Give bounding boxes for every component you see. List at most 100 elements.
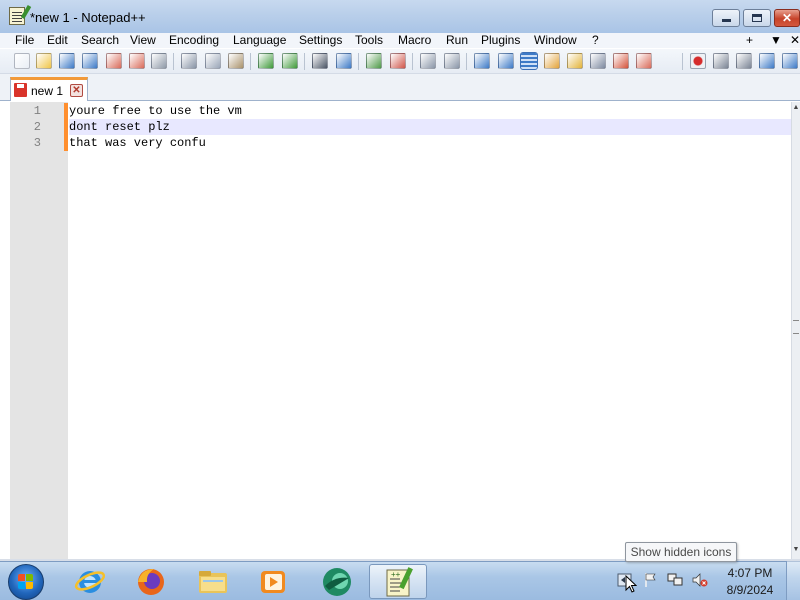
close-icon: ✕ xyxy=(781,11,793,25)
stop-record-icon[interactable] xyxy=(713,53,729,69)
paste-icon[interactable] xyxy=(228,53,244,69)
close-icon[interactable] xyxy=(106,53,122,69)
toolbar-separator xyxy=(358,53,359,70)
minimize-icon xyxy=(721,19,731,22)
notepad-plus-plus-taskbar-button[interactable]: ++ xyxy=(369,564,427,599)
new-file-icon[interactable] xyxy=(14,53,30,69)
indent-guide-icon[interactable] xyxy=(520,52,538,70)
new-tab-plus-icon[interactable]: + xyxy=(746,33,753,48)
play-macro-icon[interactable] xyxy=(736,53,752,69)
zoom-out-icon[interactable] xyxy=(390,53,406,69)
cut-icon[interactable] xyxy=(181,53,197,69)
toolbar-separator xyxy=(173,53,174,70)
window-title: *new 1 - Notepad++ xyxy=(30,10,146,25)
run-macro-multiple-icon[interactable] xyxy=(759,53,775,69)
windows-logo-icon xyxy=(18,574,34,590)
toolbar-separator xyxy=(304,53,305,70)
menu-search[interactable]: Search xyxy=(81,33,119,48)
menu-plugins[interactable]: Plugins xyxy=(481,33,520,48)
scroll-thumb-grip[interactable] xyxy=(793,320,799,334)
menu-file[interactable]: File xyxy=(15,33,34,48)
show-hidden-icons-tooltip: Show hidden icons xyxy=(625,542,737,562)
unsaved-file-icon xyxy=(14,83,27,97)
scroll-down-arrow-icon[interactable]: ▼ xyxy=(792,546,800,553)
action-center-flag-icon[interactable] xyxy=(643,572,659,588)
toolbar-separator xyxy=(250,53,251,70)
scroll-up-arrow-icon[interactable]: ▲ xyxy=(792,104,800,111)
media-player-icon[interactable] xyxy=(244,564,302,599)
title-bar[interactable]: *new 1 - Notepad++ ✕ xyxy=(0,0,800,33)
doc-map-icon[interactable] xyxy=(567,53,583,69)
find-icon[interactable] xyxy=(312,53,328,69)
save-all-icon[interactable] xyxy=(82,53,98,69)
mouse-cursor-icon xyxy=(625,575,637,593)
close-button[interactable]: ✕ xyxy=(774,9,800,27)
record-macro-icon[interactable] xyxy=(690,53,706,69)
menu-run[interactable]: Run xyxy=(446,33,468,48)
volume-muted-icon[interactable] xyxy=(692,572,708,588)
monitoring-icon[interactable] xyxy=(636,53,652,69)
line-number-gutter: 1 2 3 xyxy=(10,102,68,559)
menu-encoding[interactable]: Encoding xyxy=(169,33,219,48)
svg-text:++: ++ xyxy=(391,570,401,579)
file-explorer-icon[interactable] xyxy=(183,564,241,599)
notepad-plus-plus-icon[interactable] xyxy=(9,7,25,25)
show-all-chars-icon[interactable] xyxy=(498,53,514,69)
sync-horizontal-icon[interactable] xyxy=(444,53,460,69)
print-icon[interactable] xyxy=(151,53,167,69)
browser-green-icon[interactable] xyxy=(307,564,365,599)
start-button[interactable] xyxy=(8,564,44,600)
menu-help[interactable]: ? xyxy=(592,33,599,48)
menu-macro[interactable]: Macro xyxy=(398,33,431,48)
change-history-marker xyxy=(64,103,68,151)
firefox-icon[interactable] xyxy=(121,564,179,599)
language-udl-icon[interactable] xyxy=(544,53,560,69)
notepad-plus-plus-icon: ++ xyxy=(386,567,413,597)
code-line[interactable]: youre free to use the vm xyxy=(69,103,791,119)
menu-tools[interactable]: Tools xyxy=(355,33,383,48)
folder-as-workspace-icon[interactable] xyxy=(613,53,629,69)
zoom-in-icon[interactable] xyxy=(366,53,382,69)
tab-close-icon[interactable]: ✕ xyxy=(70,84,83,97)
menu-window[interactable]: Window xyxy=(534,33,577,48)
undo-icon[interactable] xyxy=(258,53,274,69)
clock-date[interactable]: 8/9/2024 xyxy=(715,583,785,597)
redo-icon[interactable] xyxy=(282,53,298,69)
close-document-icon[interactable]: ✕ xyxy=(790,33,800,48)
maximize-icon xyxy=(752,14,762,22)
sync-vertical-icon[interactable] xyxy=(420,53,436,69)
toolbar-separator xyxy=(466,53,467,70)
menu-view[interactable]: View xyxy=(130,33,156,48)
clock-time[interactable]: 4:07 PM xyxy=(715,566,785,580)
function-list-icon[interactable] xyxy=(590,53,606,69)
save-macro-icon[interactable] xyxy=(782,53,798,69)
maximize-button[interactable] xyxy=(743,9,771,27)
save-icon[interactable] xyxy=(59,53,75,69)
close-all-icon[interactable] xyxy=(129,53,145,69)
notepadpp-window: *new 1 - Notepad++ ✕ File Edit Search Vi… xyxy=(0,0,800,600)
tab-label: new 1 xyxy=(31,84,64,98)
copy-icon[interactable] xyxy=(205,53,221,69)
menu-bar: File Edit Search View Encoding Language … xyxy=(0,33,800,48)
internet-explorer-icon[interactable] xyxy=(60,564,118,599)
line-number: 1 xyxy=(33,104,41,118)
line-number: 3 xyxy=(33,136,41,150)
vertical-scrollbar[interactable]: ▲ ▼ xyxy=(791,102,800,559)
word-wrap-icon[interactable] xyxy=(474,53,490,69)
code-line-current[interactable]: dont reset plz xyxy=(69,119,791,135)
menu-edit[interactable]: Edit xyxy=(47,33,68,48)
tab-list-dropdown-icon[interactable]: ▼ xyxy=(770,33,782,48)
toolbar-separator xyxy=(412,53,413,70)
editor-area[interactable]: 1 2 3 youre free to use the vm dont rese… xyxy=(10,102,791,559)
show-desktop-button[interactable] xyxy=(786,561,800,600)
open-file-icon[interactable] xyxy=(36,53,52,69)
tab-new1[interactable]: new 1 ✕ xyxy=(10,77,88,101)
menu-settings[interactable]: Settings xyxy=(299,33,342,48)
minimize-button[interactable] xyxy=(712,9,740,27)
toolbar xyxy=(0,49,800,74)
network-icon[interactable] xyxy=(667,572,683,588)
tab-bar: new 1 ✕ xyxy=(0,74,800,101)
replace-icon[interactable] xyxy=(336,53,352,69)
code-line[interactable]: that was very confu xyxy=(69,135,791,151)
menu-language[interactable]: Language xyxy=(233,33,286,48)
